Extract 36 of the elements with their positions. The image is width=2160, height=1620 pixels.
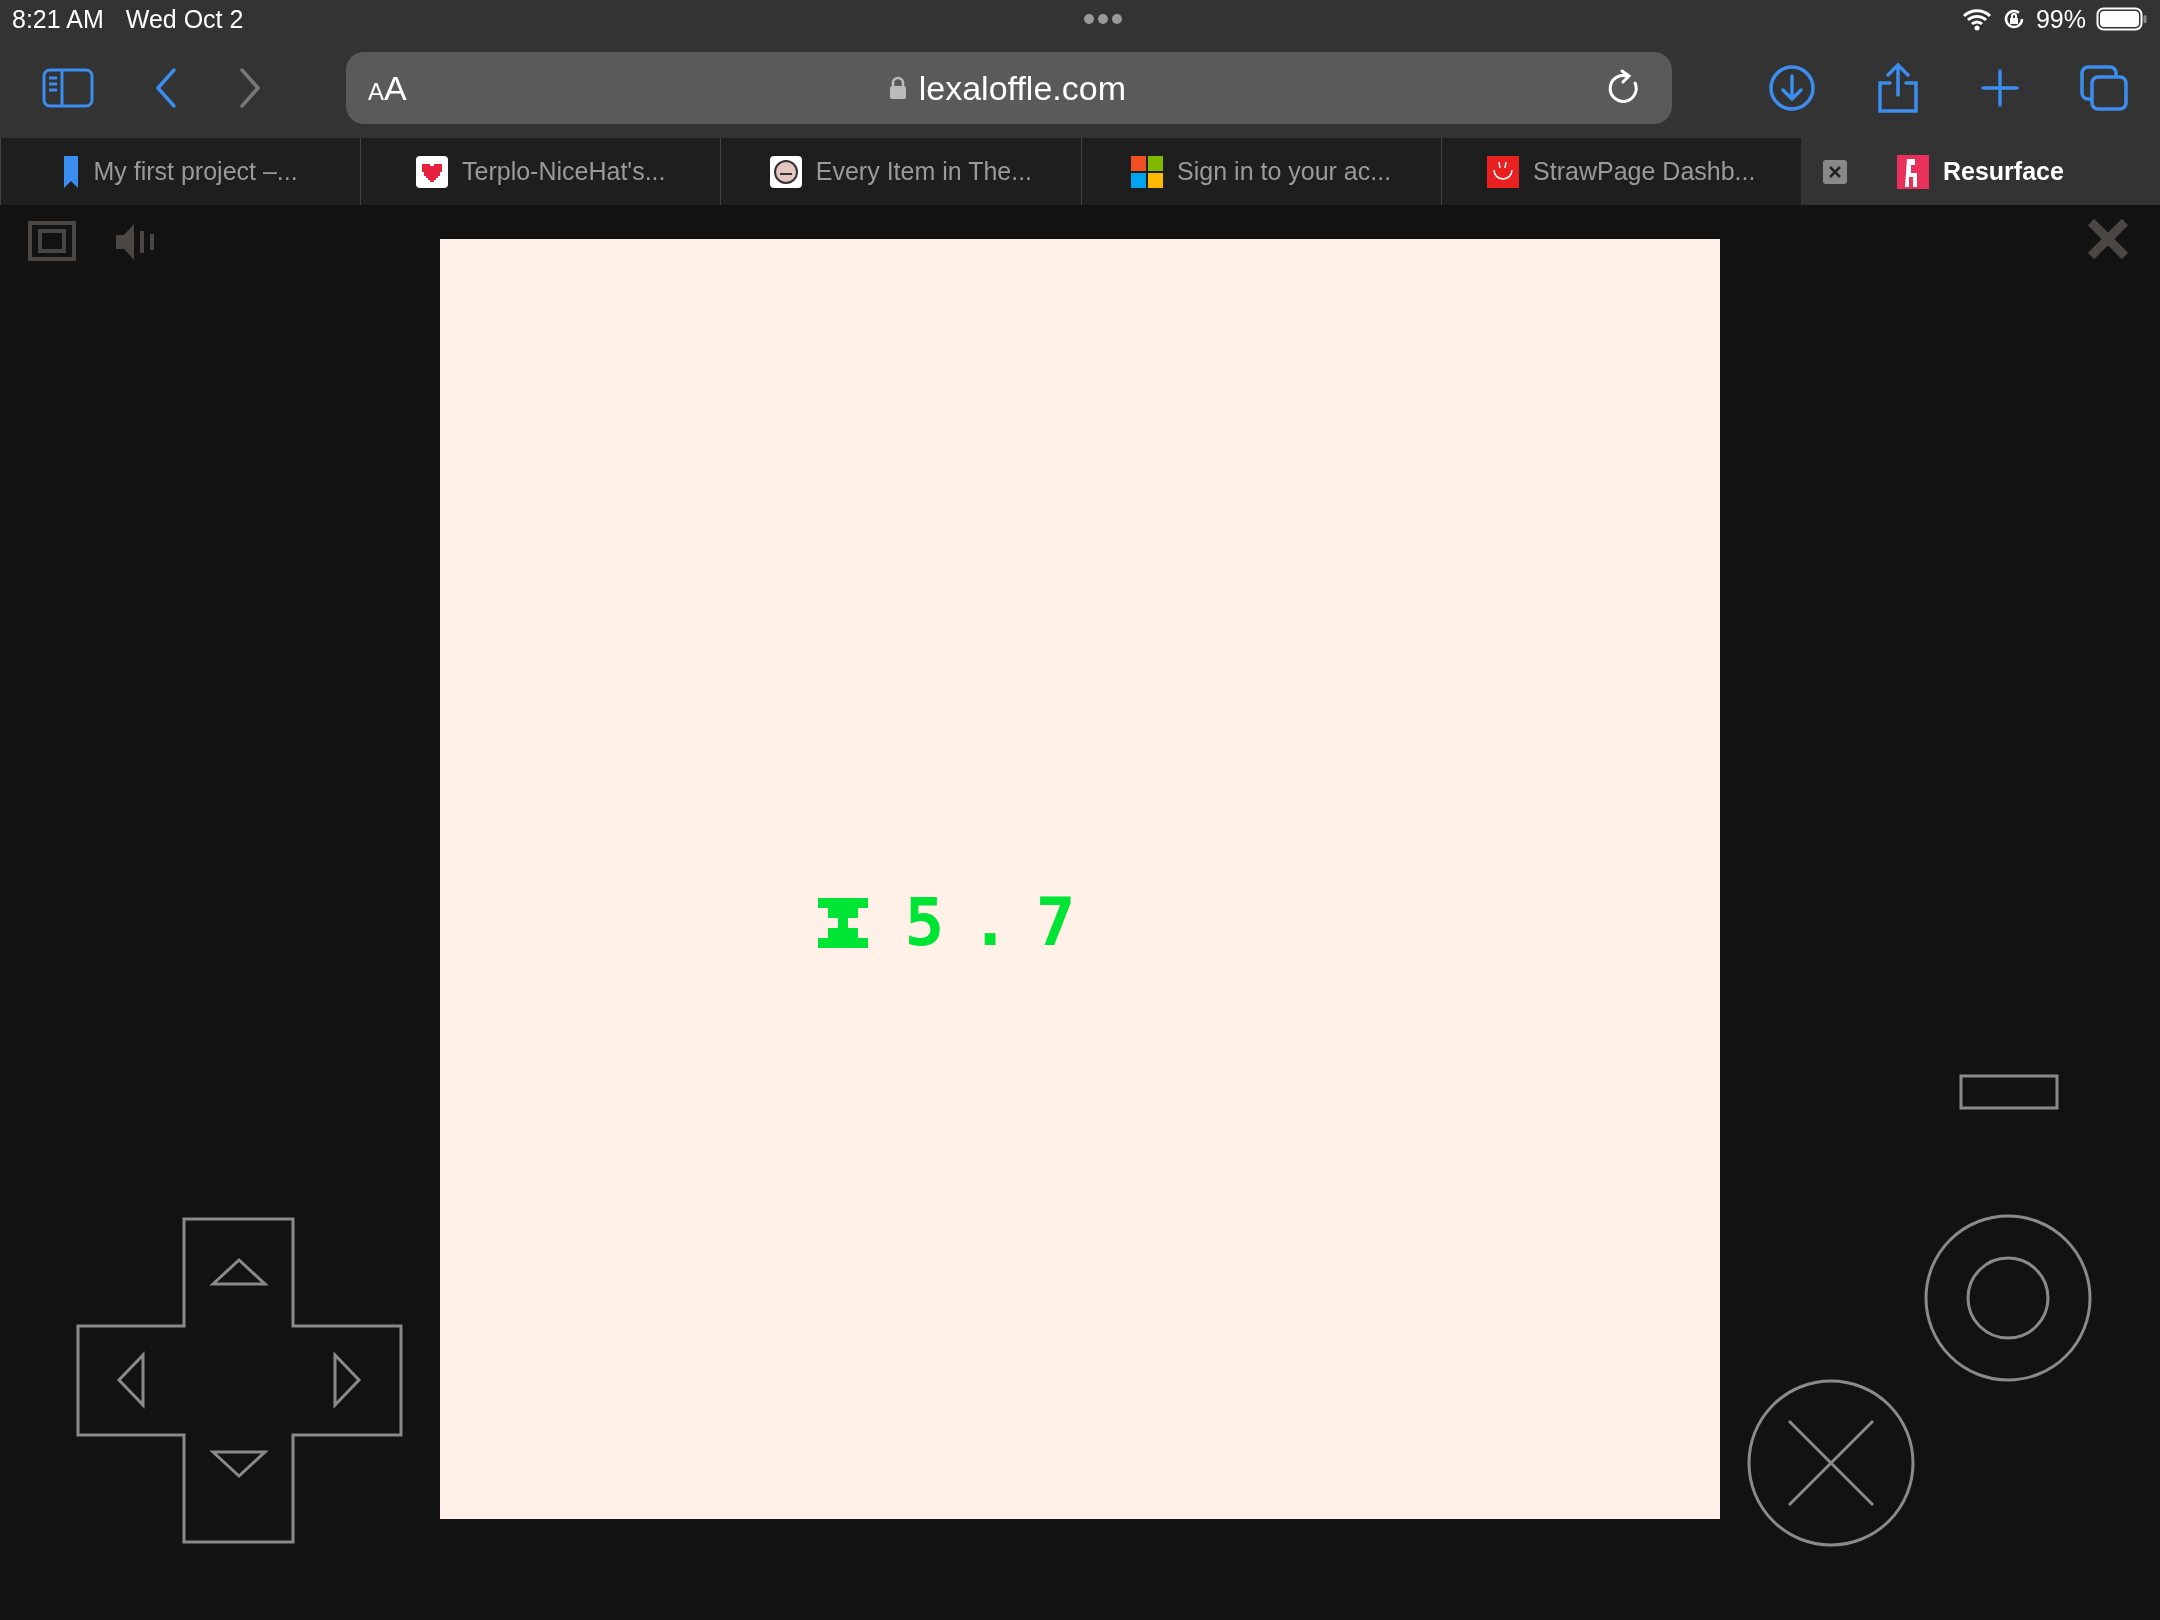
squares-icon xyxy=(1131,155,1164,188)
browser-tab[interactable]: Terplo-NiceHat's... xyxy=(360,138,721,205)
new-tab-icon[interactable] xyxy=(1980,68,2020,108)
url-text: lexaloffle.com xyxy=(918,68,1126,108)
smile-icon xyxy=(1487,155,1520,188)
back-icon[interactable] xyxy=(154,67,178,109)
tabs-overview-icon[interactable] xyxy=(2080,65,2128,111)
battery-icon xyxy=(2096,7,2148,31)
browser-tab[interactable]: My first project –... xyxy=(0,138,361,205)
battery-percent: 99% xyxy=(2035,4,2086,34)
hourglass-icon xyxy=(818,898,869,948)
face-icon xyxy=(769,155,802,188)
timer-text: 5.7 xyxy=(904,890,1102,956)
lock-icon xyxy=(888,76,907,100)
share-icon[interactable] xyxy=(1876,63,1920,113)
fullscreen-icon[interactable] xyxy=(28,221,76,261)
status-time: 8:21 AM xyxy=(12,4,104,34)
wifi-icon xyxy=(1961,7,1992,31)
browser-tab[interactable]: Resurface xyxy=(1800,138,2160,205)
figure-icon xyxy=(1897,154,1929,189)
close-icon[interactable] xyxy=(1822,159,1847,184)
sidebar-icon[interactable] xyxy=(42,68,94,108)
close-icon[interactable] xyxy=(2086,217,2130,261)
address-bar[interactable]: AA lexaloffle.com xyxy=(346,52,1672,124)
menu-button-drawing[interactable] xyxy=(1959,1074,2059,1110)
status-date: Wed Oct 2 xyxy=(125,4,244,34)
bookmark-icon xyxy=(63,154,80,189)
dpad-drawing[interactable] xyxy=(76,1217,403,1544)
browser-tab[interactable]: StrawPage Dashb... xyxy=(1440,138,1801,205)
circle-button-drawing[interactable] xyxy=(1923,1213,2093,1383)
more-icon[interactable] xyxy=(1082,13,1123,25)
cross-button-drawing[interactable] xyxy=(1746,1378,1916,1548)
text-size-button[interactable]: AA xyxy=(368,68,407,108)
download-icon[interactable] xyxy=(1768,64,1816,112)
browser-tab[interactable]: Sign in to your ac... xyxy=(1080,138,1441,205)
browser-tab[interactable]: Every Item in The... xyxy=(720,138,1081,205)
